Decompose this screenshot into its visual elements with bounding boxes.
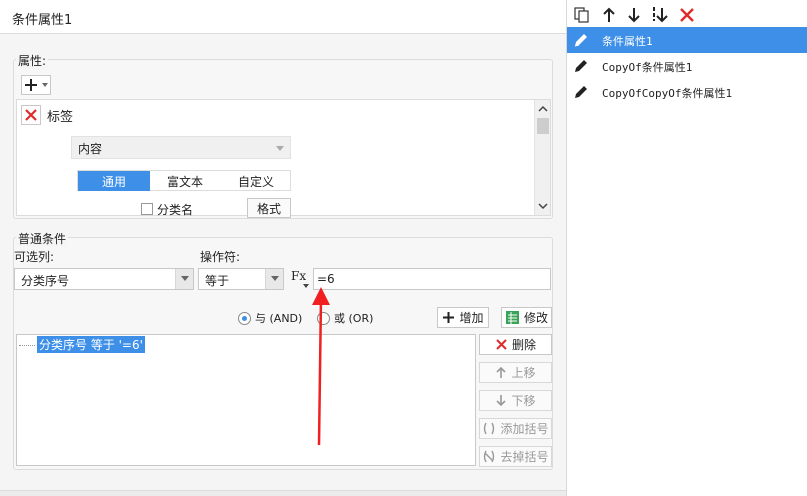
pencil-icon <box>574 34 587 47</box>
modify-condition-label: 修改 <box>523 311 548 325</box>
list-item-label: CopyOfCopyOf条件属性1 <box>602 87 733 100</box>
attribute-group-label: 属性: <box>16 52 49 69</box>
add-brackets-label: 添加括号 <box>500 422 549 436</box>
move-up-button[interactable]: 上移 <box>479 362 552 383</box>
chevron-down-icon <box>42 83 48 87</box>
condition-tree-item[interactable]: 分类序号 等于 '=6' <box>37 336 145 353</box>
delete-label: 删除 <box>511 338 536 352</box>
condition-group-label: 普通条件 <box>16 230 69 247</box>
edit-table-icon <box>505 311 519 324</box>
add-brackets-button[interactable]: 添加括号 <box>479 418 552 439</box>
list-toolbar <box>567 0 807 28</box>
operator-label: 操作符: <box>200 250 241 264</box>
delete-icon[interactable] <box>677 5 697 25</box>
content-select[interactable]: 内容 <box>71 136 291 159</box>
scroll-up-icon <box>538 105 548 112</box>
move-bottom-icon[interactable] <box>650 5 670 25</box>
list-item-label: 条件属性1 <box>602 35 653 48</box>
arrow-down-icon[interactable] <box>624 5 644 25</box>
copy-icon[interactable] <box>572 5 592 25</box>
remove-brackets-label: 去掉括号 <box>500 450 549 464</box>
condition-attribute-dialog: 条件属性1 属性: 标签 内容 通用 富文本 自定义 分类名 格式 普通条件 可… <box>0 0 567 496</box>
tab-custom[interactable]: 自定义 <box>220 171 292 191</box>
column-select-value: 分类序号 <box>21 274 70 288</box>
condition-value-text: =6 <box>317 272 335 286</box>
arrow-up-icon[interactable] <box>599 5 619 25</box>
move-down-button[interactable]: 下移 <box>479 390 552 411</box>
format-button[interactable]: 格式 <box>247 198 291 218</box>
condition-value-input[interactable]: =6 <box>313 268 551 290</box>
and-radio-label: 与 (AND) <box>255 312 303 325</box>
tab-general[interactable]: 通用 <box>78 171 150 191</box>
scroll-down-icon <box>538 203 548 210</box>
move-down-label: 下移 <box>511 394 536 408</box>
dialog-title-bar: 条件属性1 <box>0 0 566 34</box>
add-condition-button[interactable]: 增加 <box>437 307 489 328</box>
annotation-arrow-icon <box>312 287 330 446</box>
attribute-list: 标签 内容 通用 富文本 自定义 分类名 格式 <box>16 99 551 218</box>
list-item[interactable]: 条件属性1 <box>567 27 807 53</box>
tab-rich-text[interactable]: 富文本 <box>150 171 220 191</box>
chevron-down-icon <box>276 146 284 151</box>
brackets-icon <box>484 422 495 435</box>
content-type-tabs: 通用 富文本 自定义 <box>77 170 291 191</box>
attribute-list-scrollbar[interactable] <box>534 100 550 215</box>
add-attribute-button[interactable] <box>21 75 51 95</box>
scrollbar-thumb[interactable] <box>537 118 549 134</box>
operator-select[interactable]: 等于 <box>198 268 284 290</box>
chevron-down-icon <box>271 276 279 281</box>
add-condition-label: 增加 <box>459 311 484 325</box>
chevron-down-icon <box>181 276 189 281</box>
column-select[interactable]: 分类序号 <box>14 268 194 290</box>
remove-brackets-icon <box>484 450 495 463</box>
category-name-label: 分类名 <box>157 203 194 217</box>
content-select-value: 内容 <box>78 142 103 156</box>
formula-icon: Fx <box>291 269 307 283</box>
remove-brackets-button[interactable]: 去掉括号 <box>479 446 552 467</box>
condition-tree: 分类序号 等于 '=6' <box>16 334 476 466</box>
list-item[interactable]: CopyOfCopyOf条件属性1 <box>567 79 807 105</box>
delete-button[interactable]: 删除 <box>479 334 552 355</box>
close-icon <box>496 339 507 350</box>
close-icon <box>25 109 37 121</box>
dialog-title: 条件属性1 <box>12 13 73 28</box>
condition-list-panel: 条件属性1 CopyOf条件属性1 CopyOfCopyOf条件属性1 <box>567 0 807 496</box>
modify-condition-button[interactable]: 修改 <box>501 307 552 328</box>
and-radio[interactable] <box>238 312 251 325</box>
pencil-icon <box>575 60 587 72</box>
pencil-icon <box>575 86 587 98</box>
plus-icon <box>443 312 455 323</box>
list-item-label: CopyOf条件属性1 <box>602 61 693 74</box>
attribute-item-label: 标签 <box>47 110 74 125</box>
list-item[interactable]: CopyOf条件属性1 <box>567 53 807 79</box>
arrow-up-icon <box>496 366 507 378</box>
column-label: 可选列: <box>14 250 55 264</box>
arrow-down-icon <box>496 395 507 407</box>
or-radio-label: 或 (OR) <box>334 312 374 325</box>
move-up-label: 上移 <box>511 366 536 380</box>
category-name-checkbox[interactable] <box>141 203 153 215</box>
remove-attribute-button[interactable] <box>21 105 41 125</box>
operator-select-value: 等于 <box>205 274 230 288</box>
plus-icon <box>25 79 37 91</box>
